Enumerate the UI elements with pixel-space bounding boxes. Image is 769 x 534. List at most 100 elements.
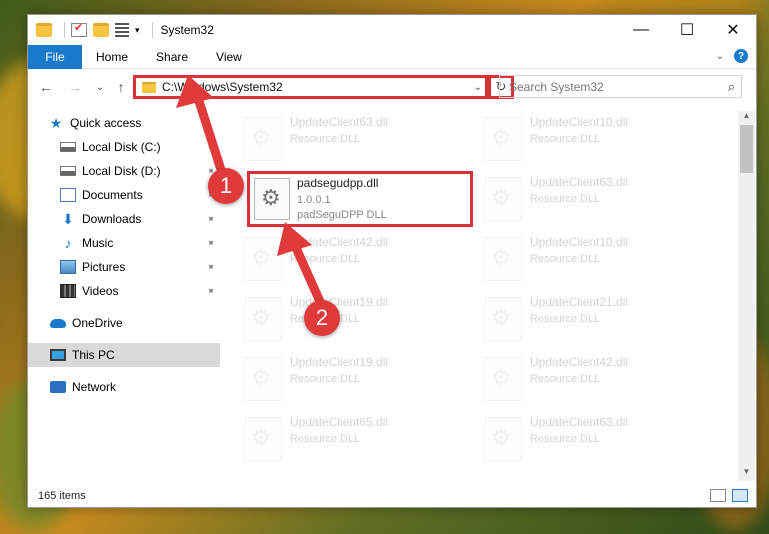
sidebar-item-this-pc[interactable]: This PC: [28, 343, 220, 367]
sidebar-item-pictures[interactable]: Pictures ✦: [28, 255, 220, 279]
tab-home[interactable]: Home: [82, 45, 142, 69]
file-type: Resource DLL: [530, 133, 601, 145]
quick-access-toolbar: ▾ System32: [36, 15, 214, 45]
file-item[interactable]: UpdateClient19.dll Resource DLL: [240, 291, 470, 343]
address-path[interactable]: C:\Windows\System32: [162, 80, 471, 94]
sidebar-item-documents[interactable]: Documents ✦: [28, 183, 220, 207]
dll-file-icon: [244, 237, 282, 281]
pin-icon[interactable]: ✦: [203, 212, 217, 226]
title-bar: ▾ System32 — ☐ ✕: [28, 15, 756, 45]
file-type: Resource DLL: [530, 373, 601, 385]
file-type: Resource DLL: [290, 373, 361, 385]
dll-file-icon: [254, 178, 290, 220]
properties-check-icon[interactable]: [71, 21, 87, 37]
sidebar-item-label: Downloads: [82, 212, 142, 226]
dll-file-icon: [484, 237, 522, 281]
pin-icon[interactable]: ✦: [203, 236, 217, 250]
recent-locations-button[interactable]: ⌄: [90, 76, 110, 98]
step-badge-1: 1: [208, 168, 244, 204]
sidebar-item-label: Local Disk (D:): [82, 164, 161, 178]
file-item[interactable]: UpdateClient63.dll Resource DLL: [240, 111, 470, 163]
file-item[interactable]: UpdateClient19.dll Resource DLL: [240, 351, 470, 403]
minimize-button[interactable]: —: [618, 15, 664, 45]
sidebar-item-local-disk-d[interactable]: Local Disk (D:) ✦: [28, 159, 220, 183]
file-name: UpdateClient19.dll: [290, 355, 389, 369]
tab-share[interactable]: Share: [142, 45, 202, 69]
file-item[interactable]: UpdateClient21.dll Resource DLL: [480, 291, 710, 343]
folder-icon: [36, 23, 52, 37]
file-type: Resource DLL: [530, 433, 601, 445]
sidebar-item-videos[interactable]: Videos ✦: [28, 279, 220, 303]
file-item[interactable]: UpdateClient65.dll Resource DLL: [240, 411, 470, 463]
details-view-icon[interactable]: [710, 489, 726, 502]
folder-icon: [142, 81, 156, 93]
help-icon[interactable]: ?: [734, 49, 748, 63]
music-icon: ♪: [64, 235, 72, 251]
file-item[interactable]: UpdateClient10.dll Resource DLL: [480, 231, 710, 283]
window-controls: — ☐ ✕: [618, 15, 756, 45]
new-folder-icon[interactable]: [93, 23, 109, 37]
search-input[interactable]: Search System32 ⌕: [499, 75, 742, 98]
file-description: padSeguDPP DLL: [297, 209, 387, 221]
dll-file-icon: [484, 297, 522, 341]
dll-file-icon: [244, 357, 282, 401]
pin-icon[interactable]: ✦: [203, 260, 217, 274]
tab-file[interactable]: File: [28, 44, 82, 69]
star-icon: ★: [49, 115, 63, 131]
step-badge-2: 2: [304, 300, 340, 336]
tab-view[interactable]: View: [202, 45, 256, 69]
pin-icon[interactable]: ✦: [203, 140, 217, 154]
file-item[interactable]: UpdateClient63.dll Resource DLL: [480, 171, 710, 223]
qa-dropdown-icon[interactable]: ▾: [135, 25, 140, 36]
sidebar-item-onedrive[interactable]: OneDrive: [28, 311, 220, 335]
address-dropdown-icon[interactable]: ⌄: [471, 82, 485, 93]
dll-file-icon: [484, 417, 522, 461]
dll-file-icon: [484, 117, 522, 161]
file-version: 1.0.0.1: [297, 194, 331, 206]
item-count: 165 items: [38, 490, 86, 502]
search-placeholder: Search System32: [509, 79, 604, 94]
sidebar-item-label: Videos: [82, 284, 119, 298]
customize-icon[interactable]: [115, 23, 129, 37]
sidebar-item-quick-access[interactable]: ★ Quick access: [28, 111, 220, 135]
scroll-up-icon[interactable]: ▲: [738, 111, 755, 125]
sidebar-item-music[interactable]: ♪ Music ✦: [28, 231, 220, 255]
dll-file-icon: [244, 117, 282, 161]
vertical-scrollbar[interactable]: ▲ ▼: [738, 111, 755, 481]
downloads-icon: ⬇: [62, 211, 74, 227]
large-icons-view-icon[interactable]: [732, 489, 748, 502]
file-type: Resource DLL: [530, 193, 601, 205]
file-item[interactable]: UpdateClient42.dll Resource DLL: [240, 231, 470, 283]
close-button[interactable]: ✕: [710, 15, 756, 45]
file-type: Resource DLL: [530, 253, 601, 265]
maximize-button[interactable]: ☐: [664, 15, 710, 45]
search-icon[interactable]: ⌕: [728, 79, 735, 95]
back-button[interactable]: ←: [36, 76, 56, 98]
expand-ribbon-icon[interactable]: ⌄: [716, 51, 724, 62]
scroll-thumb[interactable]: [740, 125, 753, 173]
file-name: UpdateClient65.dll: [290, 415, 389, 429]
file-name: UpdateClient63.dll: [290, 115, 389, 129]
forward-button[interactable]: →: [65, 76, 85, 98]
this-pc-icon: [50, 349, 66, 361]
drive-icon: [60, 142, 76, 152]
sidebar-item-label: Network: [72, 380, 117, 394]
sidebar-item-label: OneDrive: [72, 316, 123, 330]
sidebar-item-local-disk-c[interactable]: Local Disk (C:) ✦: [28, 135, 220, 159]
file-item[interactable]: UpdateClient63.dll Resource DLL: [480, 411, 710, 463]
file-name: UpdateClient19.dll: [290, 295, 389, 309]
pin-icon[interactable]: ✦: [203, 284, 217, 298]
sidebar-item-downloads[interactable]: ⬇ Downloads ✦: [28, 207, 220, 231]
address-bar[interactable]: C:\Windows\System32 ⌄: [133, 75, 488, 99]
sidebar-item-label: Pictures: [82, 260, 126, 274]
highlighted-file-padsegudpp[interactable]: padsegudpp.dll 1.0.0.1 padSeguDPP DLL: [247, 171, 473, 227]
divider: [64, 22, 65, 38]
file-item[interactable]: UpdateClient10.dll Resource DLL: [480, 111, 710, 163]
scroll-down-icon[interactable]: ▼: [738, 467, 755, 481]
sidebar-item-network[interactable]: Network: [28, 375, 220, 399]
up-button[interactable]: ↑: [111, 76, 131, 98]
documents-icon: [60, 188, 76, 202]
file-item[interactable]: UpdateClient42.dll Resource DLL: [480, 351, 710, 403]
